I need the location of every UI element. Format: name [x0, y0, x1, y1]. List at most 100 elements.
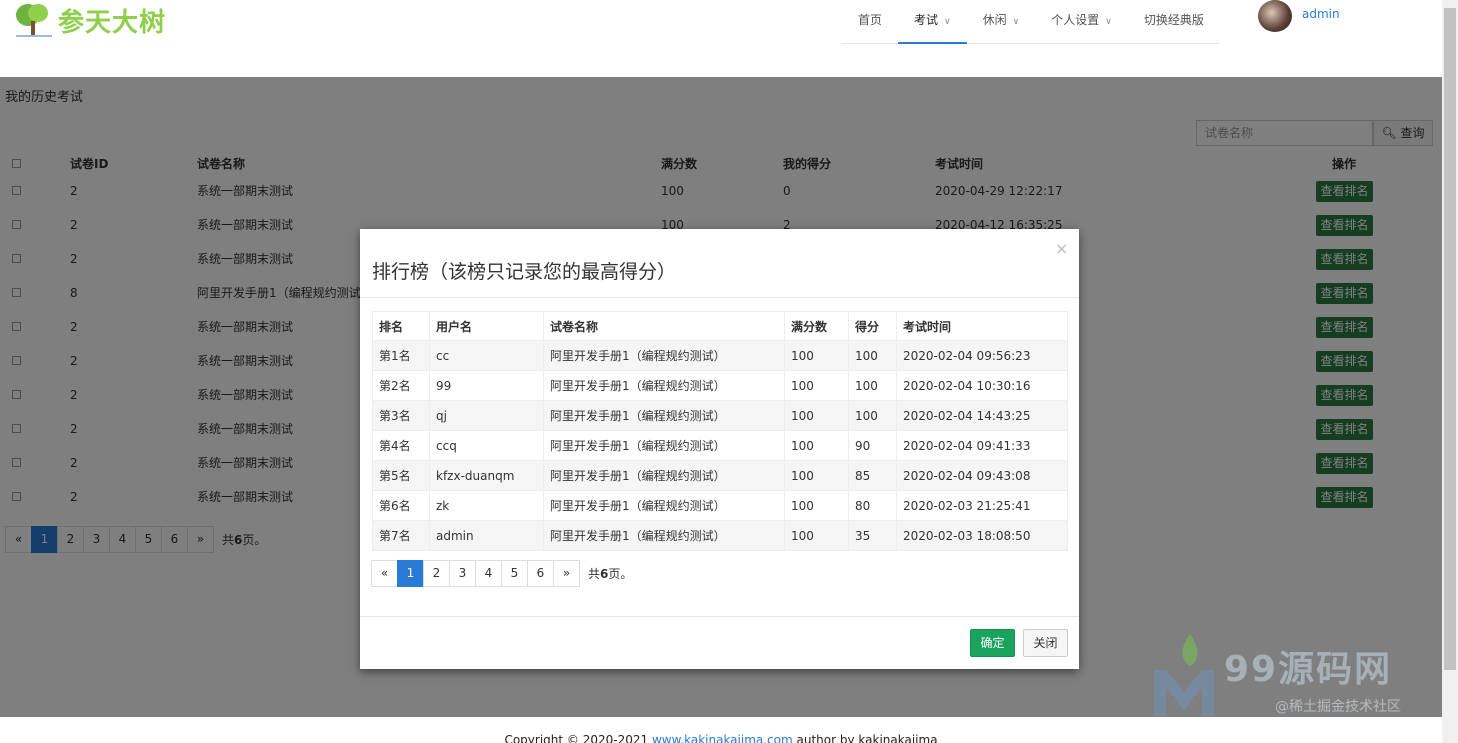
nav-home-label: 首页 — [858, 13, 883, 27]
watermark-logo-icon — [1154, 634, 1214, 716]
table-cell: 阿里开发手册1（编程规约测试） — [543, 400, 785, 431]
table-row: 第2名 99 阿里开发手册1（编程规约测试） 100 100 2020-02-04 10:… — [372, 370, 1068, 401]
pagination-page[interactable]: 6 — [527, 560, 554, 587]
column-header: 试卷名称 — [543, 311, 785, 341]
table-cell: 100 — [784, 370, 849, 401]
table-row: 第4名 ccq 阿里开发手册1（编程规约测试） 100 90 2020-02-04 09:… — [372, 430, 1068, 461]
watermark: 99源码网 @稀土掘金技术社区 — [1150, 630, 1442, 730]
close-icon[interactable]: × — [1055, 239, 1068, 258]
nav-leisure[interactable]: 休闲 ∨ — [967, 0, 1036, 44]
close-button[interactable]: 关闭 — [1023, 629, 1068, 657]
chevron-down-icon: ∨ — [1012, 17, 1020, 27]
table-cell: 100 — [784, 460, 849, 491]
column-header: 满分数 — [784, 311, 849, 341]
watermark-subtitle: @稀土掘金技术社区 — [1275, 699, 1401, 715]
table-cell: admin — [429, 520, 544, 551]
table-cell: 100 — [784, 430, 849, 461]
table-cell: zk — [429, 490, 544, 521]
confirm-button[interactable]: 确定 — [970, 629, 1015, 657]
table-row: 第6名 zk 阿里开发手册1（编程规约测试） 100 80 2020-02-03 21:2… — [372, 490, 1068, 521]
watermark-title: 99源码网 — [1224, 649, 1393, 690]
table-cell: 第4名 — [372, 430, 430, 461]
chevron-down-icon: ∨ — [944, 17, 951, 27]
table-row: 第7名 admin 阿里开发手册1（编程规约测试） 100 35 2020-02-03 1… — [372, 520, 1068, 551]
nav-leisure-label: 休闲 — [982, 13, 1007, 27]
nav-exam[interactable]: 考试 ∨ — [898, 0, 967, 44]
modal-title: 排行榜（该榜只记录您的最高得分） — [372, 261, 677, 283]
table-cell: 100 — [848, 400, 897, 431]
avatar[interactable] — [1258, 0, 1292, 32]
footer-copyright: Copyright © 2020-2021 — [504, 733, 652, 743]
pagination-page[interactable]: 1 — [397, 560, 424, 587]
modal-pagination: «1 2 3 4 5 6» 共6页。 — [371, 560, 633, 587]
ranking-table: 排名 用户名 试卷名称 满分数 得分 考试时间 第1名 cc 阿里开发手册1（编程规… — [372, 311, 1068, 551]
table-cell: 第1名 — [372, 340, 430, 371]
table-cell: 100 — [848, 370, 897, 401]
top-header: 参天大树 首页 考试 ∨ 休闲 ∨ 个人设置 ∨ 切换经典版 admin — [0, 0, 1442, 77]
pagination-page[interactable]: 3 — [449, 560, 476, 587]
table-cell: 第7名 — [372, 520, 430, 551]
pagination-total-suffix: 页。 — [608, 567, 633, 581]
site-logo[interactable]: 参天大树 — [14, 2, 166, 39]
table-cell: 85 — [848, 460, 897, 491]
table-cell: 阿里开发手册1（编程规约测试） — [543, 490, 785, 521]
nav-settings-label: 个人设置 — [1051, 13, 1100, 27]
table-cell: ccq — [429, 430, 544, 461]
pagination-page[interactable]: 5 — [501, 560, 528, 587]
table-cell: 2020-02-04 10:30:16 — [896, 370, 1068, 401]
table-row: 第1名 cc 阿里开发手册1（编程规约测试） 100 100 2020-02-04 09:… — [372, 340, 1068, 371]
table-cell: 阿里开发手册1（编程规约测试） — [543, 520, 785, 551]
column-header: 排名 — [372, 311, 430, 341]
table-cell: 100 — [784, 490, 849, 521]
chevron-down-icon: ∨ — [1105, 17, 1112, 27]
footer: Copyright © 2020-2021 www.kakinakajima.c… — [0, 733, 1442, 743]
pagination-prev[interactable]: « — [371, 560, 398, 587]
table-cell: cc — [429, 340, 544, 371]
table-row: 第5名 kfzx-duanqm 阿里开发手册1（编程规约测试） 100 85 2020-0… — [372, 460, 1068, 491]
footer-link[interactable]: www.kakinakajima.com — [652, 733, 793, 743]
table-cell: 阿里开发手册1（编程规约测试） — [543, 370, 785, 401]
table-cell: 2020-02-04 09:56:23 — [896, 340, 1068, 371]
table-cell: 90 — [848, 430, 897, 461]
nav-home[interactable]: 首页 — [842, 0, 898, 44]
table-cell: 阿里开发手册1（编程规约测试） — [543, 430, 785, 461]
pagination-total-prefix: 共 — [588, 567, 601, 581]
pagination-next[interactable]: » — [553, 560, 580, 587]
divider — [360, 297, 1079, 298]
nav-exam-label: 考试 — [914, 13, 939, 27]
logo-text: 参天大树 — [58, 8, 167, 38]
footer-author: author by kakinakajima — [792, 733, 938, 743]
nav-settings[interactable]: 个人设置 ∨ — [1035, 0, 1128, 44]
tree-logo-icon — [14, 3, 54, 39]
table-cell: 阿里开发手册1（编程规约测试） — [543, 460, 785, 491]
table-cell: 第6名 — [372, 490, 430, 521]
page-scrollbar[interactable] — [1442, 0, 1458, 743]
table-cell: 80 — [848, 490, 897, 521]
divider — [360, 616, 1079, 617]
nav-classic-label: 切换经典版 — [1143, 13, 1204, 27]
column-header: 得分 — [848, 311, 897, 341]
pagination-page[interactable]: 4 — [475, 560, 502, 587]
table-cell: 100 — [784, 520, 849, 551]
table-cell: 99 — [429, 370, 544, 401]
table-cell: 第5名 — [372, 460, 430, 491]
scrollbar-thumb[interactable] — [1444, 8, 1456, 670]
table-cell: kfzx-duanqm — [429, 460, 544, 491]
table-header-row: 排名 用户名 试卷名称 满分数 得分 考试时间 — [372, 311, 1068, 341]
main-nav: 首页 考试 ∨ 休闲 ∨ 个人设置 ∨ 切换经典版 — [842, 0, 1220, 44]
table-cell: 2020-02-04 09:43:08 — [896, 460, 1068, 491]
table-cell: 阿里开发手册1（编程规约测试） — [543, 340, 785, 371]
table-cell: 2020-02-04 09:41:33 — [896, 430, 1068, 461]
nav-classic[interactable]: 切换经典版 — [1128, 0, 1220, 44]
table-cell: 2020-02-03 21:25:41 — [896, 490, 1068, 521]
table-cell: 第2名 — [372, 370, 430, 401]
user-link[interactable]: admin — [1302, 7, 1340, 21]
pagination-page[interactable]: 2 — [423, 560, 450, 587]
table-cell: 100 — [848, 340, 897, 371]
column-header: 用户名 — [429, 311, 544, 341]
column-header: 考试时间 — [896, 311, 1068, 341]
table-cell: 100 — [784, 340, 849, 371]
table-cell: qj — [429, 400, 544, 431]
table-cell: 35 — [848, 520, 897, 551]
ranking-modal: 排行榜（该榜只记录您的最高得分） × 排名 用户名 试卷名称 满分数 得分 考试… — [360, 229, 1079, 669]
